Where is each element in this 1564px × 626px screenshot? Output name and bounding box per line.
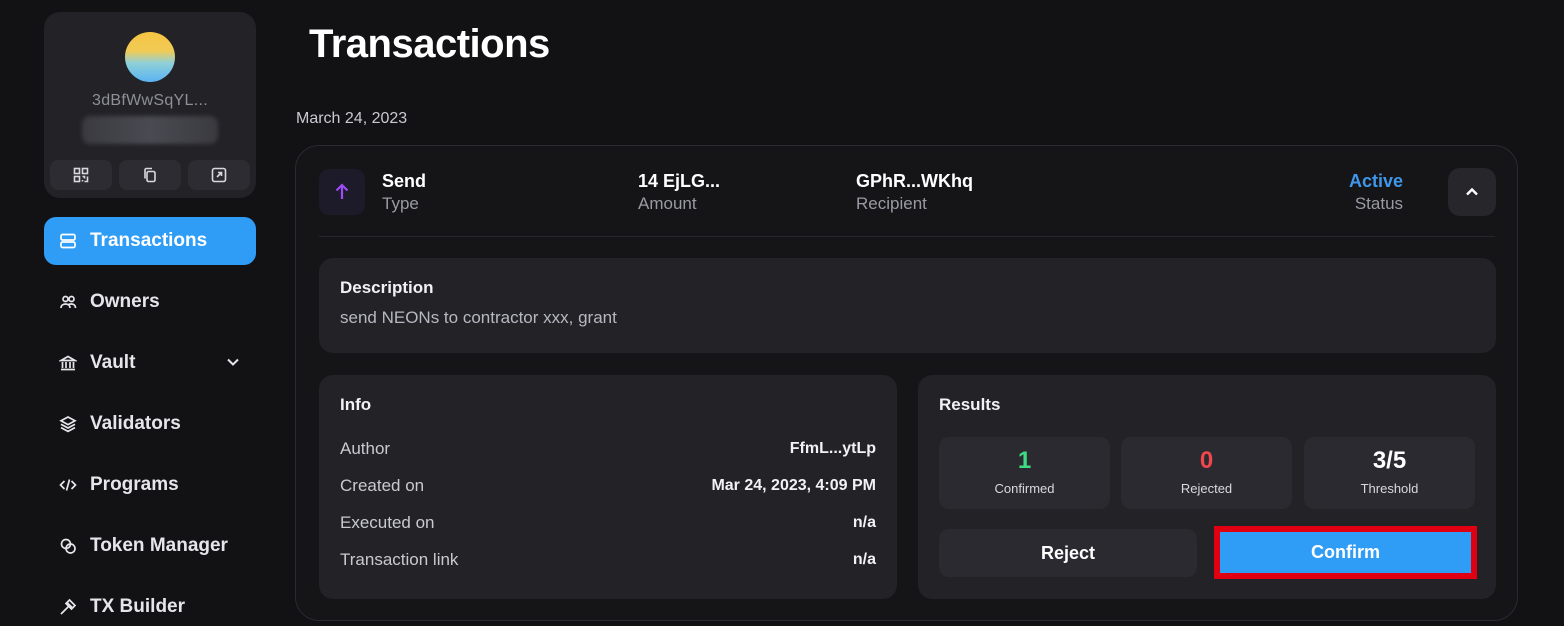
wallet-avatar: [125, 32, 175, 82]
description-text: send NEONs to contractor xxx, grant: [340, 308, 617, 327]
sidebar-item-validators[interactable]: Validators: [44, 400, 256, 448]
sidebar-item-label: Validators: [90, 413, 181, 434]
info-panel: Info Author FfmL...ytLp Created on Mar 2…: [319, 375, 897, 599]
results-panel: Results 1 Confirmed 0 Rejected 3/5 Thres…: [918, 375, 1496, 599]
transaction-header[interactable]: Send Type 14 EjLG... Amount GPhR...WKhq …: [296, 146, 1517, 236]
sidebar-item-label: Programs: [90, 474, 179, 495]
sidebar-item-owners[interactable]: Owners: [44, 278, 256, 326]
open-explorer-button[interactable]: [188, 160, 250, 190]
info-row-transaction-link: Transaction link n/a: [340, 548, 876, 572]
info-row-author: Author FfmL...ytLp: [340, 437, 876, 461]
bank-icon: [58, 353, 78, 373]
info-key: Author: [340, 439, 391, 458]
info-value: n/a: [852, 514, 876, 531]
wallet-balance-blurred: [82, 116, 218, 144]
page-title: Transactions: [309, 22, 550, 66]
send-arrow-icon: [319, 169, 365, 215]
wallet-actions: [50, 160, 250, 190]
confirmed-count: 1: [1017, 447, 1032, 474]
rejected-stat: 0 Rejected: [1121, 437, 1292, 509]
rejected-count: 0: [1199, 447, 1214, 474]
wallet-address: 3dBfWwSqYL...: [92, 92, 208, 109]
chevron-up-icon: [1466, 187, 1478, 196]
qr-code-button[interactable]: [50, 160, 112, 190]
confirmed-stat: 1 Confirmed: [939, 437, 1110, 509]
wallet-card: 3dBfWwSqYL...: [44, 12, 256, 198]
sidebar-item-label: TX Builder: [90, 596, 186, 617]
threshold-value: 3/5: [1372, 447, 1407, 474]
rejected-label: Rejected: [1180, 481, 1233, 496]
qr-code-icon: [73, 167, 89, 183]
info-title: Info: [340, 395, 372, 414]
info-row-created: Created on Mar 24, 2023, 4:09 PM: [340, 474, 876, 498]
info-key: Executed on: [340, 513, 435, 532]
tx-status: Active Status: [1349, 170, 1403, 216]
transaction-card: Send Type 14 EjLG... Amount GPhR...WKhq …: [295, 145, 1518, 621]
tx-recipient: GPhR...WKhq Recipient: [856, 170, 973, 216]
info-value: Mar 24, 2023, 4:09 PM: [711, 477, 876, 494]
list-icon: [58, 231, 78, 251]
tx-amount-label: Amount: [638, 194, 697, 213]
code-icon: [58, 475, 78, 495]
sidebar-item-label: Transactions: [90, 230, 208, 251]
sidebar-item-label: Owners: [90, 291, 160, 312]
reject-button[interactable]: Reject: [939, 529, 1197, 577]
info-key: Created on: [340, 476, 425, 495]
chevron-down-icon[interactable]: [224, 353, 244, 373]
copy-icon: [144, 167, 156, 183]
layers-icon: [58, 414, 78, 434]
tx-recipient-label: Recipient: [856, 194, 927, 213]
confirm-highlight-box: Confirm: [1214, 526, 1477, 579]
app: 3dBfWwSqYL... Transactions Owners Vault …: [0, 0, 1564, 626]
sidebar-item-programs[interactable]: Programs: [44, 461, 256, 509]
results-title: Results: [939, 395, 1001, 414]
tx-status-label: Status: [1354, 194, 1404, 213]
info-row-executed: Executed on n/a: [340, 511, 876, 535]
sidebar-item-transactions[interactable]: Transactions: [44, 217, 256, 265]
hammer-icon: [58, 597, 78, 617]
tx-status-value: Active: [1349, 171, 1404, 191]
users-icon: [58, 292, 78, 312]
tx-type: Send Type: [382, 170, 426, 216]
sidebar-item-tx-builder[interactable]: TX Builder: [44, 583, 256, 626]
sidebar-item-label: Token Manager: [90, 535, 228, 556]
threshold-stat: 3/5 Threshold: [1304, 437, 1475, 509]
sidebar-item-label: Vault: [90, 352, 136, 373]
transaction-date: March 24, 2023: [296, 110, 408, 127]
collapse-button[interactable]: [1448, 168, 1496, 216]
tx-amount-value: 14 EjLG...: [638, 171, 721, 191]
info-value: FfmL...ytLp: [789, 440, 876, 457]
sidebar-item-vault[interactable]: Vault: [44, 339, 256, 387]
info-value[interactable]: n/a: [853, 551, 876, 569]
external-link-icon: [211, 167, 227, 183]
sidebar-item-token-manager[interactable]: Token Manager: [44, 522, 256, 570]
info-key: Transaction link: [340, 550, 459, 569]
tx-type-label: Type: [382, 194, 419, 213]
description-title: Description: [340, 278, 434, 297]
tx-recipient-value: GPhR...WKhq: [856, 171, 973, 191]
header-divider: [319, 236, 1495, 237]
threshold-label: Threshold: [1360, 481, 1419, 496]
description-panel: Description send NEONs to contractor xxx…: [319, 258, 1496, 353]
tx-type-value: Send: [382, 171, 427, 191]
coins-icon: [58, 536, 78, 556]
copy-address-button[interactable]: [119, 160, 181, 190]
confirmed-label: Confirmed: [994, 481, 1055, 496]
confirm-button[interactable]: Confirm: [1220, 532, 1471, 573]
tx-amount: 14 EjLG... Amount: [638, 170, 720, 216]
